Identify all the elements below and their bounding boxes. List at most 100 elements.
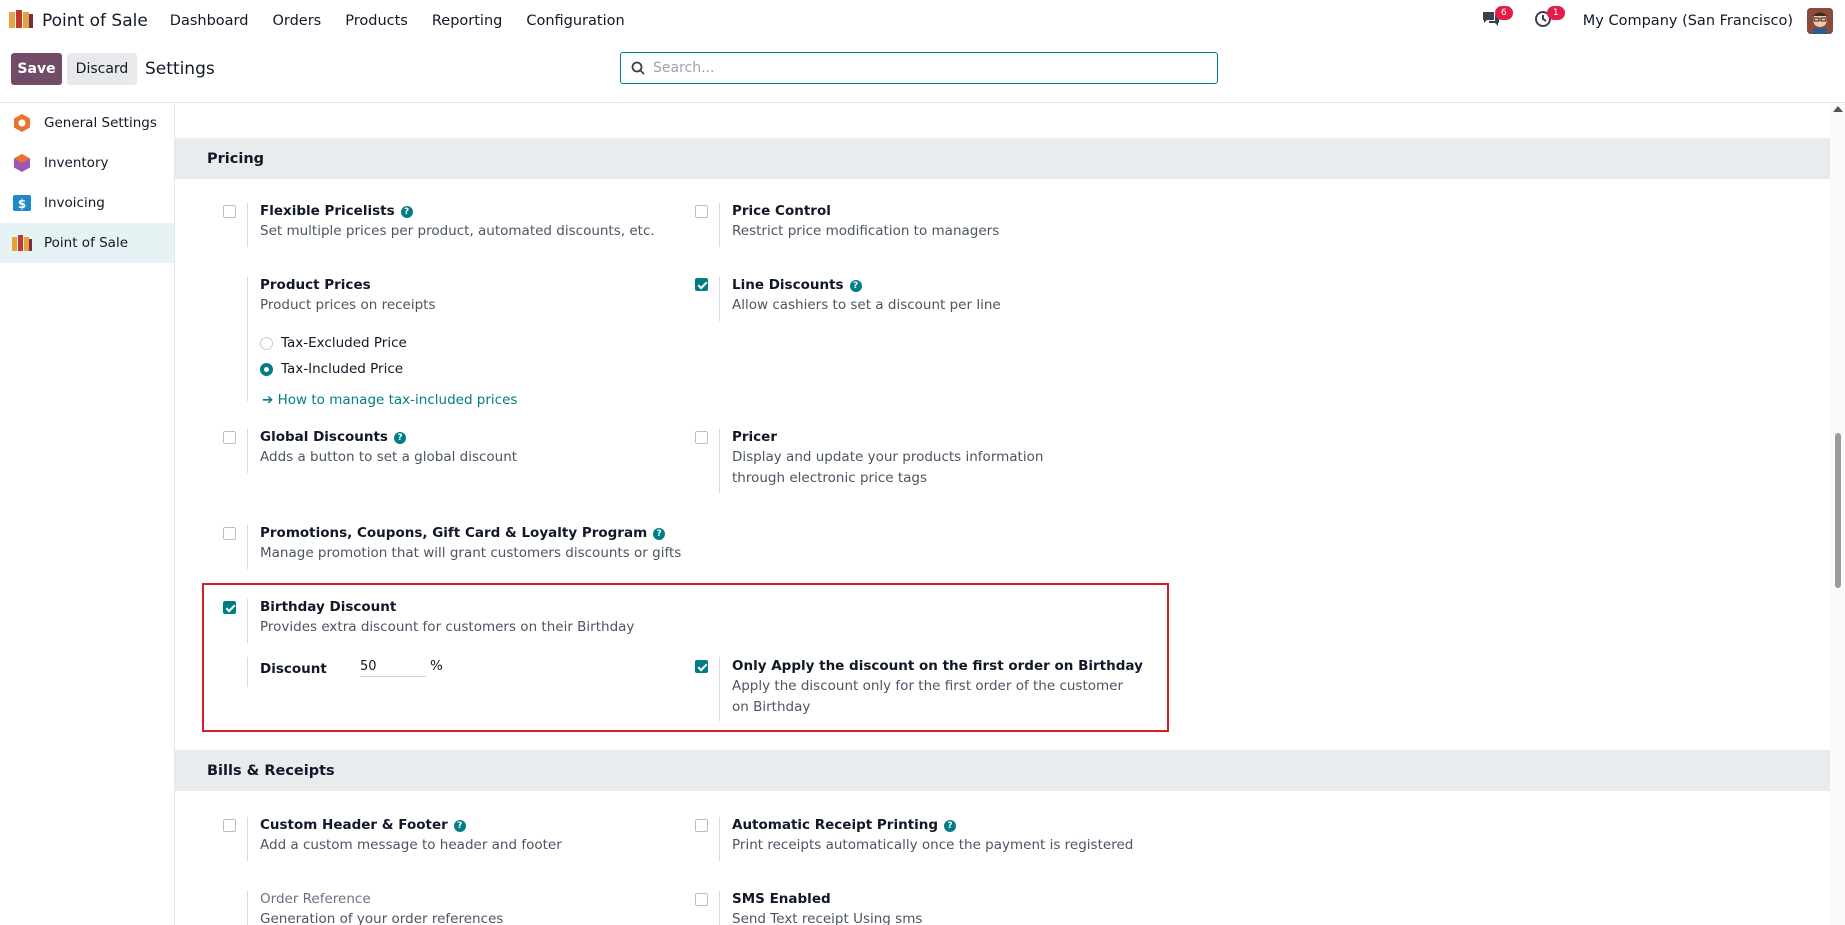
sidebar-item-point-of-sale[interactable]: Point of Sale — [0, 223, 174, 263]
divider — [247, 277, 248, 401]
menu-products[interactable]: Products — [345, 13, 408, 29]
flexible-pricelists-desc: Set multiple prices per product, automat… — [260, 223, 655, 239]
settings-content: Pricing Flexible Pricelists? Set multipl… — [175, 103, 1830, 925]
sidebar-item-label: Invoicing — [44, 195, 105, 211]
birthday-discount-checkbox[interactable] — [223, 601, 236, 614]
messages-button[interactable]: 6 — [1479, 6, 1513, 33]
pricer-checkbox[interactable] — [695, 431, 708, 444]
custom-header-desc: Add a custom message to header and foote… — [260, 837, 562, 853]
promotions-desc: Manage promotion that will grant custome… — [260, 545, 682, 561]
global-discounts-desc: Adds a button to set a global discount — [260, 449, 518, 465]
tax-included-help-link[interactable]: ➔ How to manage tax-included prices — [262, 392, 517, 408]
divider — [719, 817, 720, 861]
help-icon[interactable]: ? — [849, 280, 862, 292]
auto-print-title: Automatic Receipt Printing? — [732, 817, 957, 833]
divider — [247, 525, 248, 569]
auto-print-checkbox[interactable] — [695, 819, 708, 832]
activities-button[interactable]: 1 — [1531, 6, 1565, 33]
search-input[interactable] — [651, 59, 1195, 77]
line-discounts-desc: Allow cashiers to set a discount per lin… — [732, 297, 1001, 313]
discard-button[interactable]: Discard — [67, 53, 137, 85]
line-discounts-label: Line Discounts — [732, 277, 844, 293]
menu-orders[interactable]: Orders — [272, 13, 321, 29]
divider — [719, 429, 720, 493]
divider — [247, 817, 248, 861]
invoicing-icon: $ — [11, 192, 33, 214]
menu-dashboard[interactable]: Dashboard — [170, 13, 249, 29]
tax-included-label[interactable]: Tax-Included Price — [281, 361, 403, 377]
birthday-discount-title: Birthday Discount — [260, 599, 397, 615]
help-icon[interactable]: ? — [400, 206, 413, 218]
order-reference-desc: Generation of your order references — [260, 911, 504, 925]
sidebar-item-label: Inventory — [44, 155, 109, 171]
sidebar-item-invoicing[interactable]: $ Invoicing — [0, 183, 174, 223]
divider — [719, 277, 720, 321]
divider — [247, 203, 248, 247]
pos-app-icon — [8, 8, 34, 34]
divider — [247, 429, 248, 473]
svg-text:$: $ — [18, 197, 26, 211]
global-discounts-checkbox[interactable] — [223, 431, 236, 444]
save-button[interactable]: Save — [11, 53, 62, 85]
first-order-desc: Apply the discount only for the first or… — [732, 678, 1124, 715]
help-icon[interactable]: ? — [393, 432, 406, 444]
user-avatar[interactable] — [1807, 8, 1833, 34]
discount-label: Discount — [260, 661, 327, 677]
tax-excluded-label[interactable]: Tax-Excluded Price — [281, 335, 407, 351]
promotions-label: Promotions, Coupons, Gift Card & Loyalty… — [260, 525, 648, 541]
auto-print-label: Automatic Receipt Printing — [732, 817, 939, 833]
global-discounts-label: Global Discounts — [260, 429, 388, 445]
search-icon — [631, 61, 645, 75]
first-order-checkbox[interactable] — [695, 660, 708, 673]
scrollbar[interactable] — [1830, 103, 1845, 925]
activities-badge: 1 — [1546, 6, 1565, 20]
divider — [247, 891, 248, 925]
section-header-bills-receipts: Bills & Receipts — [175, 750, 1830, 791]
custom-header-checkbox[interactable] — [223, 819, 236, 832]
pricer-desc: Display and update your products informa… — [732, 449, 1044, 486]
tax-excluded-radio[interactable] — [260, 337, 273, 350]
birthday-discount-desc: Provides extra discount for customers on… — [260, 619, 635, 635]
product-prices-title: Product Prices — [260, 277, 371, 293]
pos-icon — [11, 232, 33, 254]
scroll-up-arrow-icon[interactable] — [1833, 106, 1843, 112]
custom-header-title: Custom Header & Footer? — [260, 817, 466, 833]
divider — [719, 891, 720, 925]
app-brand[interactable]: Point of Sale — [8, 8, 170, 34]
menu-reporting[interactable]: Reporting — [432, 13, 503, 29]
pricer-title: Pricer — [732, 429, 777, 445]
odoo-settings-icon — [11, 112, 33, 134]
scrollbar-thumb[interactable] — [1835, 433, 1841, 588]
search-box[interactable] — [620, 52, 1218, 84]
divider — [247, 599, 248, 643]
company-switcher[interactable]: My Company (San Francisco) — [1583, 13, 1793, 29]
help-icon[interactable]: ? — [653, 528, 666, 540]
flexible-pricelists-title: Flexible Pricelists? — [260, 203, 413, 219]
auto-print-desc: Print receipts automatically once the pa… — [732, 837, 1134, 853]
flexible-pricelists-checkbox[interactable] — [223, 205, 236, 218]
sidebar-item-label: General Settings — [44, 115, 157, 131]
flexible-pricelists-label: Flexible Pricelists — [260, 203, 395, 219]
divider — [719, 657, 720, 721]
order-reference-title: Order Reference — [260, 891, 371, 907]
promotions-checkbox[interactable] — [223, 527, 236, 540]
sidebar-item-label: Point of Sale — [44, 235, 129, 251]
sms-checkbox[interactable] — [695, 893, 708, 906]
settings-sidebar: General Settings Inventory $ Invoicing P… — [0, 103, 175, 925]
sms-title: SMS Enabled — [732, 891, 831, 907]
help-icon[interactable]: ? — [453, 820, 466, 832]
global-discounts-title: Global Discounts? — [260, 429, 406, 445]
help-icon[interactable]: ? — [944, 820, 957, 832]
price-control-desc: Restrict price modification to managers — [732, 223, 1000, 239]
discount-input[interactable] — [360, 657, 426, 677]
sidebar-item-inventory[interactable]: Inventory — [0, 143, 174, 183]
price-control-title: Price Control — [732, 203, 831, 219]
custom-header-label: Custom Header & Footer — [260, 817, 448, 833]
sidebar-item-general-settings[interactable]: General Settings — [0, 103, 174, 143]
line-discounts-checkbox[interactable] — [695, 278, 708, 291]
menu-configuration[interactable]: Configuration — [526, 13, 624, 29]
tax-included-radio[interactable] — [260, 363, 273, 376]
price-control-checkbox[interactable] — [695, 205, 708, 218]
discount-unit: % — [430, 658, 443, 674]
divider — [719, 203, 720, 247]
